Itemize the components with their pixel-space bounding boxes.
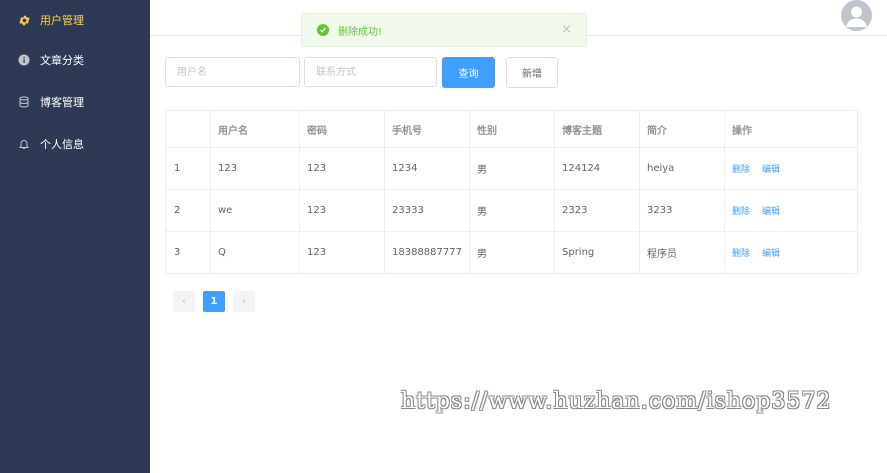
sidebar: 用户管理 文章分类 博客管理 个人信息 (0, 0, 150, 473)
cell-password: 123 (307, 246, 327, 258)
success-check-icon (317, 24, 329, 36)
delete-button[interactable]: 删除 (732, 246, 750, 259)
contact-search-input[interactable] (304, 57, 437, 87)
watermark-url: https://www.huzhan.com/ishop3572 (401, 389, 832, 414)
cell-phone: 18388887777 (392, 246, 462, 258)
cell-actions: 删除 编辑 (724, 231, 792, 273)
gear-icon (17, 13, 31, 27)
column-header-intro: 简介 (647, 126, 667, 137)
user-table: 用户名 密码 手机号 性别 博客主题 简介 操作 1 123 123 1234 … (165, 110, 858, 275)
cylinder-icon (17, 95, 31, 109)
success-toast: 删除成功! × (301, 13, 587, 47)
bell-icon (17, 137, 31, 151)
cell-username: 123 (218, 162, 238, 174)
cell-index: 3 (174, 246, 181, 258)
sidebar-item-label: 博客管理 (40, 96, 84, 109)
edit-button[interactable]: 编辑 (762, 162, 780, 175)
column-header-gender: 性别 (477, 126, 497, 137)
cell-index: 2 (174, 204, 181, 216)
cell-blog-theme: 124124 (562, 162, 601, 174)
cell-phone: 23333 (392, 204, 424, 216)
username-search-input[interactable] (165, 57, 300, 87)
column-header-username: 用户名 (218, 126, 248, 137)
sidebar-item-article-category[interactable]: 文章分类 (0, 40, 150, 80)
sidebar-item-label: 用户管理 (40, 14, 84, 27)
cell-blog-theme: Spring (562, 246, 595, 258)
sidebar-item-label: 个人信息 (40, 138, 84, 151)
column-header-phone: 手机号 (392, 126, 422, 137)
pagination-page-1[interactable]: 1 (203, 291, 225, 312)
cell-password: 123 (307, 162, 327, 174)
delete-button[interactable]: 删除 (732, 162, 750, 175)
column-header-blog-theme: 博客主题 (562, 126, 602, 137)
pagination-prev-button[interactable]: ‹ (173, 291, 195, 312)
add-button[interactable]: 新增 (506, 57, 558, 88)
cell-blog-theme: 2323 (562, 204, 588, 216)
sidebar-item-personal-info[interactable]: 个人信息 (0, 124, 150, 164)
close-icon[interactable]: × (561, 23, 572, 37)
user-avatar-icon[interactable] (841, 0, 872, 31)
sidebar-item-user-management[interactable]: 用户管理 (0, 0, 150, 40)
cell-password: 123 (307, 204, 327, 216)
column-header-password: 密码 (307, 126, 327, 137)
cell-gender: 男 (477, 206, 487, 218)
cell-username: we (218, 204, 233, 216)
cell-actions: 删除 编辑 (724, 189, 792, 231)
pagination-next-button[interactable]: › (233, 291, 255, 312)
info-icon (17, 53, 31, 67)
edit-button[interactable]: 编辑 (762, 204, 780, 217)
cell-gender: 男 (477, 164, 487, 176)
column-header-actions: 操作 (732, 126, 752, 137)
cell-phone: 1234 (392, 162, 418, 174)
sidebar-item-label: 文章分类 (40, 54, 84, 67)
cell-actions: 删除 编辑 (724, 147, 792, 189)
delete-button[interactable]: 删除 (732, 204, 750, 217)
cell-intro: 3233 (647, 204, 673, 216)
cell-intro: 程序员 (647, 248, 677, 260)
cell-username: Q (218, 246, 226, 258)
query-button[interactable]: 查询 (442, 57, 495, 88)
toast-message: 删除成功! (338, 26, 383, 38)
cell-intro: heiya (647, 162, 675, 174)
edit-button[interactable]: 编辑 (762, 246, 780, 259)
cell-index: 1 (174, 162, 181, 174)
cell-gender: 男 (477, 248, 487, 260)
sidebar-item-blog-management[interactable]: 博客管理 (0, 82, 150, 122)
